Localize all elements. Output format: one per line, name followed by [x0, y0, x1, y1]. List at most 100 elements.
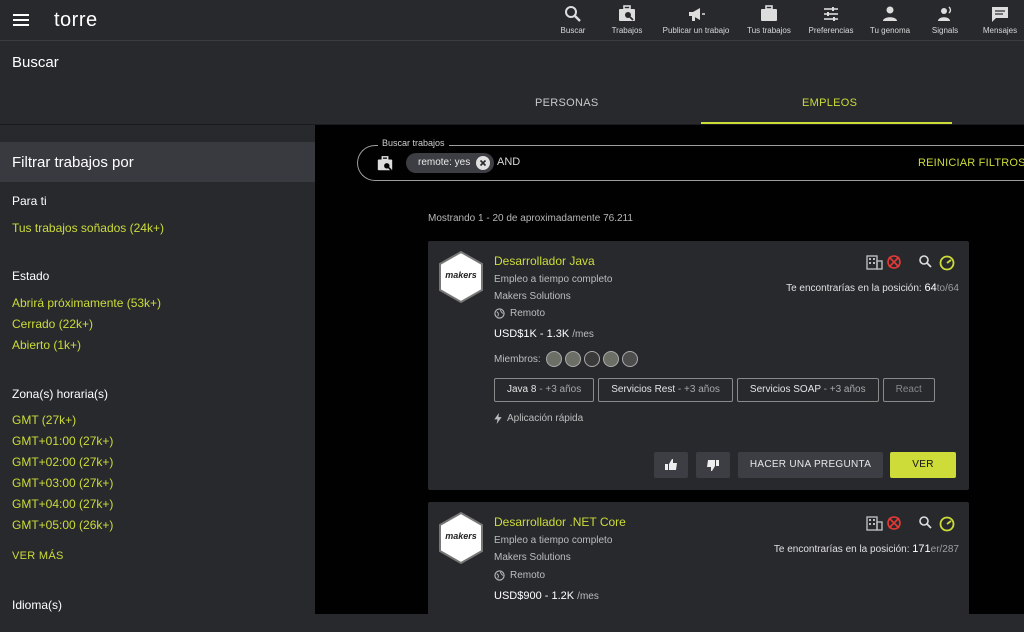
- nav-label: Buscar: [560, 26, 586, 35]
- briefcase-icon: [759, 4, 779, 24]
- nav-mensajes[interactable]: Mensajes: [982, 4, 1018, 35]
- nav-preferencias[interactable]: Preferencias: [808, 4, 854, 35]
- ranking-position: Te encontrarías en la posición: 64to/64: [786, 282, 959, 294]
- nav-label: Tu genoma: [869, 26, 911, 35]
- salary-value: USD$900 - 1.2K: [494, 590, 575, 602]
- filter-chip[interactable]: remote: yes: [406, 153, 495, 173]
- skill-tag[interactable]: Servicios SOAP - +3 años: [736, 378, 879, 402]
- salary-unit: /mes: [577, 591, 599, 602]
- avatar[interactable]: [621, 351, 638, 367]
- filter-estado-open[interactable]: Abierto (1k+): [12, 338, 81, 352]
- page-header: Buscar PERSONAS EMPLEOS: [0, 41, 1024, 125]
- nav-signals[interactable]: Signals: [930, 4, 960, 35]
- app-logo[interactable]: torre: [54, 9, 98, 32]
- filter-dream-jobs[interactable]: Tus trabajos soñados (24k+): [12, 221, 164, 235]
- skill-tag[interactable]: Servicios Rest - +3 años: [598, 378, 733, 402]
- section-para-ti: Para ti: [12, 194, 47, 208]
- avatar[interactable]: [564, 351, 581, 367]
- quick-apply: Aplicación rápida: [494, 413, 583, 424]
- company-name: Makers Solutions: [494, 552, 571, 563]
- job-search-box[interactable]: Buscar trabajos remote: yes AND REINICIA…: [357, 138, 1024, 181]
- thumbs-up-button[interactable]: [654, 452, 688, 478]
- job-card[interactable]: makers Desarrollador Java Empleo a tiemp…: [428, 241, 969, 490]
- reset-filters-button[interactable]: REINICIAR FILTROS: [918, 157, 1024, 169]
- skills-list: Java 8 - +3 años Servicios Rest - +3 años…: [494, 378, 957, 402]
- job-salary: USD$1K - 1.3K /mes: [494, 328, 594, 340]
- ranking-total: er/287: [930, 544, 959, 555]
- chat-icon: [990, 4, 1010, 24]
- nav-trabajos[interactable]: Trabajos: [609, 4, 645, 35]
- nav-tu-genoma[interactable]: Tu genoma: [869, 4, 911, 35]
- filter-estado-opening-soon[interactable]: Abrirá próximamente (53k+): [12, 296, 161, 310]
- filter-chip-label: remote: yes: [418, 157, 471, 168]
- ranking-rank: 64: [924, 282, 937, 294]
- company-logo-text: makers: [445, 531, 477, 541]
- search-icon: [563, 4, 583, 24]
- avatar[interactable]: [602, 351, 619, 367]
- briefcase-search-icon: [617, 4, 637, 24]
- skill-experience: - +3 años: [536, 384, 582, 395]
- page-title: Buscar: [12, 54, 59, 71]
- globe-icon: [494, 570, 505, 581]
- thumbs-down-icon: [696, 452, 730, 478]
- ranking-rank: 171: [912, 543, 931, 555]
- nav-label: Mensajes: [982, 26, 1018, 35]
- location-label: Remoto: [510, 308, 546, 319]
- filter-timezone[interactable]: GMT+03:00 (27k+): [12, 476, 113, 490]
- job-location: Remoto: [494, 308, 545, 319]
- filter-timezone[interactable]: GMT+01:00 (27k+): [12, 434, 113, 448]
- person-icon: [880, 4, 900, 24]
- thumbs-down-button[interactable]: [696, 452, 730, 478]
- ranking-label: Te encontrarías en la posición:: [786, 283, 922, 294]
- skill-tag[interactable]: Java 8 - +3 años: [494, 378, 595, 402]
- filter-estado-closed[interactable]: Cerrado (22k+): [12, 317, 93, 331]
- search-label: Buscar trabajos: [378, 138, 449, 148]
- nav-publicar[interactable]: Publicar un trabajo: [662, 4, 730, 35]
- job-card[interactable]: makers Desarrollador .NET Core Empleo a …: [428, 502, 969, 632]
- skill-name: React: [895, 384, 922, 395]
- tab-empleos[interactable]: EMPLEOS: [802, 97, 857, 109]
- search-operator: AND: [497, 156, 521, 168]
- active-tab-indicator: [701, 122, 952, 124]
- nav-tus-trabajos[interactable]: Tus trabajos: [746, 4, 792, 35]
- section-timezone: Zona(s) horaria(s): [12, 387, 109, 401]
- filter-timezone[interactable]: GMT (27k+): [12, 413, 76, 427]
- tab-personas[interactable]: PERSONAS: [535, 97, 599, 109]
- megaphone-icon: [686, 4, 706, 24]
- job-title[interactable]: Desarrollador Java: [494, 254, 595, 268]
- skill-tag[interactable]: React: [882, 378, 935, 402]
- see-more-button[interactable]: VER MÁS: [12, 550, 64, 562]
- filter-sidebar: Filtrar trabajos por Para ti Tus trabajo…: [0, 125, 315, 614]
- job-location: Remoto: [494, 570, 545, 581]
- results-area: Buscar trabajos remote: yes AND REINICIA…: [315, 125, 1024, 632]
- section-estado: Estado: [12, 269, 50, 283]
- filter-timezone[interactable]: GMT+02:00 (27k+): [12, 455, 113, 469]
- ranking-label: Te encontrarías en la posición:: [773, 544, 910, 555]
- job-title[interactable]: Desarrollador .NET Core: [494, 515, 626, 529]
- globe-icon: [494, 308, 505, 319]
- skill-experience: - +3 años: [675, 384, 720, 395]
- filter-timezone[interactable]: GMT+04:00 (27k+): [12, 497, 113, 511]
- ask-question-button[interactable]: HACER UNA PREGUNTA: [738, 452, 883, 478]
- close-icon[interactable]: [476, 156, 491, 170]
- card-icons: [866, 253, 966, 271]
- skill-name: Java 8: [507, 384, 537, 395]
- nav-label: Preferencias: [808, 26, 854, 35]
- view-job-button[interactable]: VER: [890, 452, 956, 478]
- card-icons: [866, 514, 966, 532]
- avatar[interactable]: [583, 351, 600, 367]
- skill-experience: - +3 años: [820, 384, 866, 395]
- skill-name: Servicios Rest: [611, 384, 676, 395]
- filter-header: Filtrar trabajos por: [0, 142, 315, 182]
- quick-apply-label: Aplicación rápida: [507, 413, 584, 424]
- avatar[interactable]: [545, 351, 562, 367]
- result-count: Mostrando 1 - 20 de aproximadamente 76.2…: [428, 213, 633, 224]
- team-members: Miembros:: [494, 351, 638, 367]
- menu-icon[interactable]: [12, 11, 30, 29]
- sliders-icon: [821, 4, 841, 24]
- job-salary: USD$900 - 1.2K /mes: [494, 590, 599, 602]
- filter-timezone[interactable]: GMT+05:00 (26k+): [12, 518, 113, 532]
- skill-name: Servicios SOAP: [749, 384, 821, 395]
- nav-buscar[interactable]: Buscar: [559, 4, 587, 35]
- nav-label: Trabajos: [611, 26, 643, 35]
